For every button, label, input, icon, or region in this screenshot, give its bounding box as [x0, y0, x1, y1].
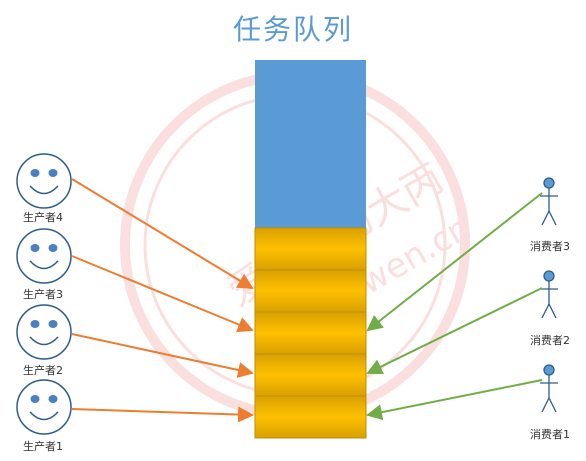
queue-tasks: [254, 227, 367, 439]
producer-face-icon: [16, 153, 72, 209]
producer-label: 生产者2: [23, 364, 63, 377]
producer-face-icon: [16, 228, 72, 284]
task-slot: [254, 269, 367, 313]
consumer-label: 消费者3: [530, 240, 570, 253]
task-slot: [254, 311, 367, 355]
producer-arrow: [71, 178, 254, 290]
consumer-label: 消费者2: [530, 334, 570, 347]
diagram-canvas: 爱编程的大丙 subingwen.cn: [16, 60, 558, 439]
producer-label: 生产者1: [23, 440, 63, 453]
producer-arrow: [71, 406, 254, 423]
task-slot: [254, 395, 367, 439]
producer-face-icon: [16, 379, 72, 435]
producer-label: 生产者4: [23, 211, 63, 224]
queue-empty-space: [255, 60, 366, 228]
producer-face-icon: [16, 304, 72, 360]
producer-label: 生产者3: [23, 288, 63, 301]
task-slot: [254, 353, 367, 397]
consumer-figure-icon: [540, 270, 558, 319]
consumer-figure-icon: [540, 177, 558, 226]
task-slot: [254, 227, 367, 271]
consumer-figure-icon: [540, 364, 558, 413]
producer-arrow: [71, 333, 254, 378]
producer-arrow: [71, 255, 254, 333]
consumer-label: 消费者1: [530, 428, 570, 441]
